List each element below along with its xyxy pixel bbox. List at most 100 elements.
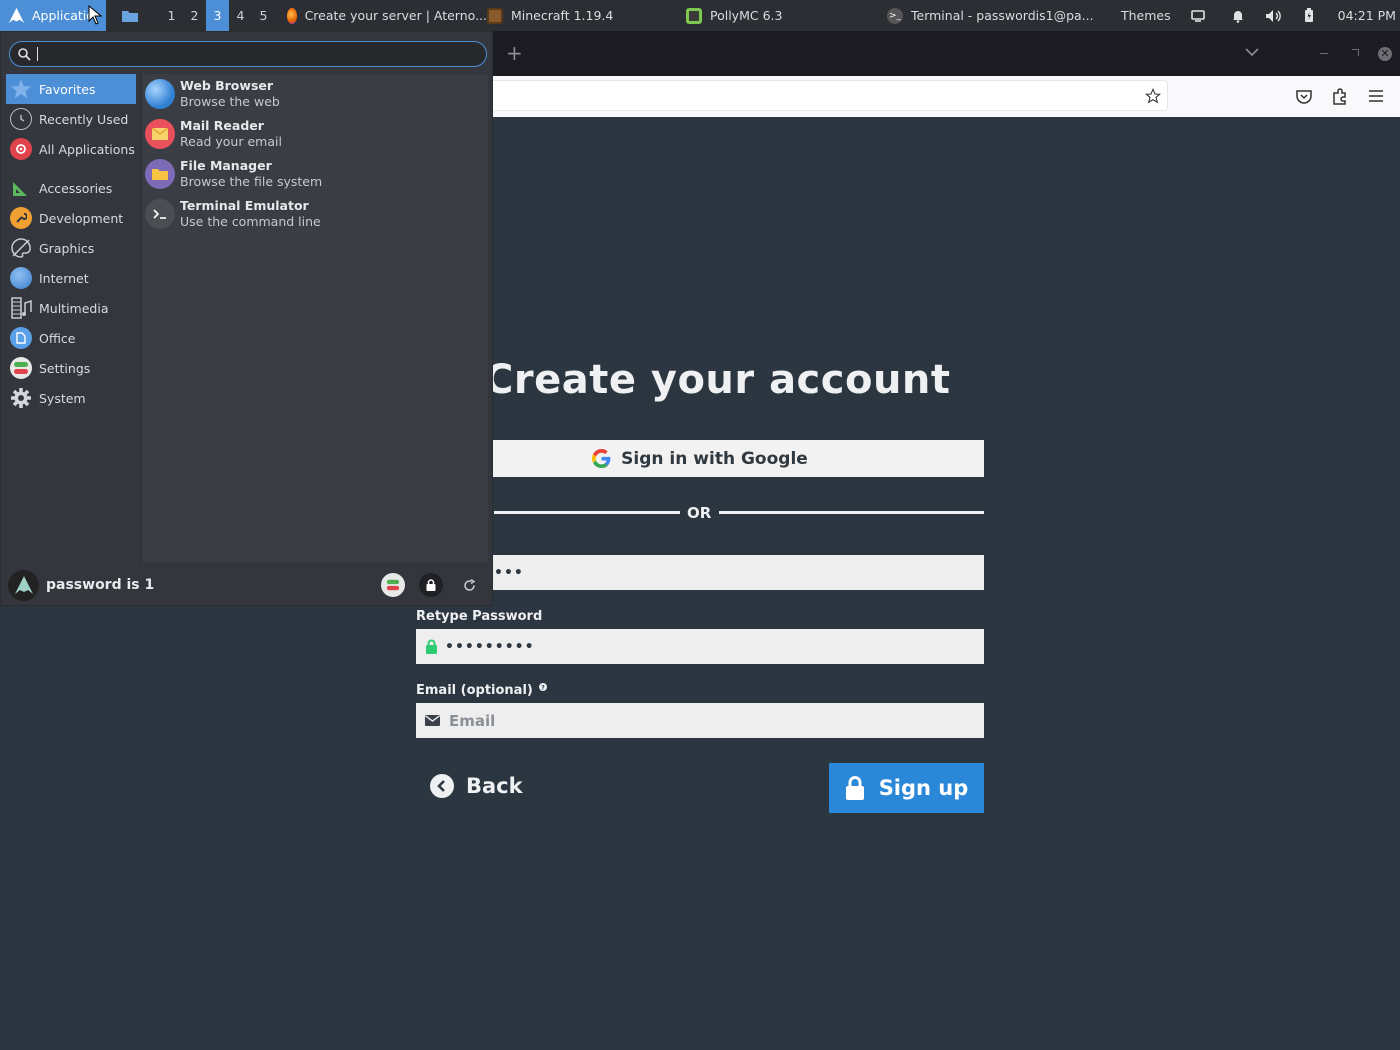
category-accessories[interactable]: Accessories: [6, 173, 136, 203]
themes-label[interactable]: Themes: [1121, 8, 1171, 23]
workspace-4[interactable]: 4: [229, 0, 252, 31]
close-icon[interactable]: ✕: [1378, 47, 1392, 61]
workspace-1[interactable]: 1: [160, 0, 183, 31]
app-mail-reader[interactable]: Mail Reader Read your email: [142, 114, 488, 154]
maximize-icon[interactable]: [1352, 49, 1359, 56]
category-recently-used[interactable]: Recently Used: [6, 104, 136, 134]
category-development[interactable]: Development: [6, 203, 136, 233]
workspace-5[interactable]: 5: [252, 0, 275, 31]
signup-label: Sign up: [878, 776, 969, 800]
display-icon[interactable]: [1190, 9, 1205, 22]
taskbar-item-terminal[interactable]: >_ Terminal - passwordis1@pa...: [887, 0, 1121, 31]
gear-icon: [10, 387, 32, 409]
category-graphics[interactable]: Graphics: [6, 233, 136, 263]
category-label: System: [39, 390, 86, 406]
email-label: Email (optional) ?: [416, 683, 548, 698]
film-icon: [10, 297, 32, 319]
svg-text:?: ?: [542, 685, 546, 692]
toggle-icon: [10, 357, 32, 379]
folder-icon: [145, 159, 175, 189]
app-description: Browse the file system: [180, 174, 323, 189]
tab-list-icon[interactable]: [1245, 48, 1259, 57]
category-label: Recently Used: [39, 111, 129, 127]
menu-search-input[interactable]: [9, 41, 487, 67]
mail-icon: [145, 119, 175, 149]
category-system[interactable]: System: [6, 383, 136, 413]
avatar: [8, 569, 39, 601]
back-arrow-icon: [430, 774, 454, 798]
workspace-2[interactable]: 2: [183, 0, 206, 31]
password-field[interactable]: •••: [416, 555, 984, 590]
email-placeholder: Email: [449, 711, 496, 730]
category-office[interactable]: Office: [6, 323, 136, 353]
app-description: Read your email: [180, 134, 282, 149]
category-multimedia[interactable]: Multimedia: [6, 293, 136, 323]
back-button[interactable]: Back: [430, 774, 523, 798]
google-icon: [592, 449, 611, 468]
taskbar-item-pollymc[interactable]: PollyMC 6.3: [686, 0, 887, 31]
minimize-icon[interactable]: [1320, 53, 1328, 54]
help-icon[interactable]: ?: [539, 683, 548, 692]
category-label: Graphics: [39, 240, 95, 256]
pocket-icon[interactable]: [1296, 89, 1312, 104]
signup-button[interactable]: Sign up: [829, 763, 984, 813]
taskbar-item-firefox[interactable]: Create your server | Aterno...: [287, 0, 487, 31]
top-panel: Applications 1 2 3 4 5 Create your serve…: [0, 0, 1400, 31]
terminal-icon: >_: [887, 7, 903, 24]
app-name: Web Browser: [180, 78, 274, 93]
new-tab-button[interactable]: +: [506, 41, 523, 65]
category-separator: [6, 164, 136, 173]
applications-icon: [10, 138, 32, 160]
folder-icon[interactable]: [122, 10, 138, 22]
applications-label: Applications: [32, 8, 90, 23]
taskbar-item-label: Terminal - passwordis1@pa...: [911, 8, 1094, 23]
hamburger-menu-icon[interactable]: [1369, 90, 1383, 102]
notification-bell-icon[interactable]: [1231, 9, 1245, 23]
clock-icon: [10, 108, 32, 130]
lock-icon: [845, 776, 864, 800]
url-bar[interactable]: [470, 80, 1168, 111]
workspace-3[interactable]: 3: [206, 0, 229, 31]
log-out-button[interactable]: [457, 573, 481, 597]
bookmark-star-icon[interactable]: [1145, 88, 1161, 104]
lock-icon: [426, 639, 437, 654]
google-button-label: Sign in with Google: [621, 448, 808, 469]
category-settings[interactable]: Settings: [6, 353, 136, 383]
category-label: Office: [39, 330, 76, 346]
minecraft-icon: [487, 7, 503, 24]
back-label: Back: [466, 774, 523, 798]
volume-icon[interactable]: [1265, 9, 1283, 23]
settings-manager-button[interactable]: [381, 573, 405, 597]
category-label: Accessories: [39, 180, 113, 196]
category-label: Favorites: [39, 81, 96, 97]
text-caret: [37, 47, 38, 61]
search-icon: [18, 47, 31, 61]
extensions-icon[interactable]: [1332, 88, 1348, 105]
page-title: Create your account: [484, 357, 951, 403]
retype-password-field[interactable]: •••••••••: [416, 629, 984, 664]
category-internet[interactable]: Internet: [6, 263, 136, 293]
clock[interactable]: 04:21 PM: [1338, 8, 1396, 23]
divider-left: [494, 511, 680, 514]
app-web-browser[interactable]: Web Browser Browse the web: [142, 74, 488, 114]
category-all-applications[interactable]: All Applications: [6, 134, 136, 164]
terminal-icon: [145, 199, 175, 229]
app-description: Browse the web: [180, 94, 280, 109]
app-file-manager[interactable]: File Manager Browse the file system: [142, 154, 488, 194]
category-label: Settings: [39, 360, 91, 376]
app-name: Mail Reader: [180, 118, 264, 133]
palette-icon: [10, 237, 32, 259]
taskbar-item-minecraft[interactable]: Minecraft 1.19.4: [487, 0, 686, 31]
app-terminal-emulator[interactable]: Terminal Emulator Use the command line: [142, 194, 488, 234]
accessories-icon: [10, 177, 32, 199]
workspace-switcher: 1 2 3 4 5: [160, 0, 275, 31]
email-field[interactable]: Email: [416, 703, 984, 738]
battery-icon[interactable]: [1304, 8, 1314, 23]
globe-icon: [10, 267, 32, 289]
user-bar: password is 1: [1, 565, 492, 605]
category-favorites[interactable]: Favorites: [6, 74, 136, 104]
password-value: •••: [494, 564, 524, 581]
google-signin-button[interactable]: Sign in with Google: [416, 440, 984, 477]
document-icon: [10, 327, 32, 349]
lock-screen-button[interactable]: [419, 573, 443, 597]
